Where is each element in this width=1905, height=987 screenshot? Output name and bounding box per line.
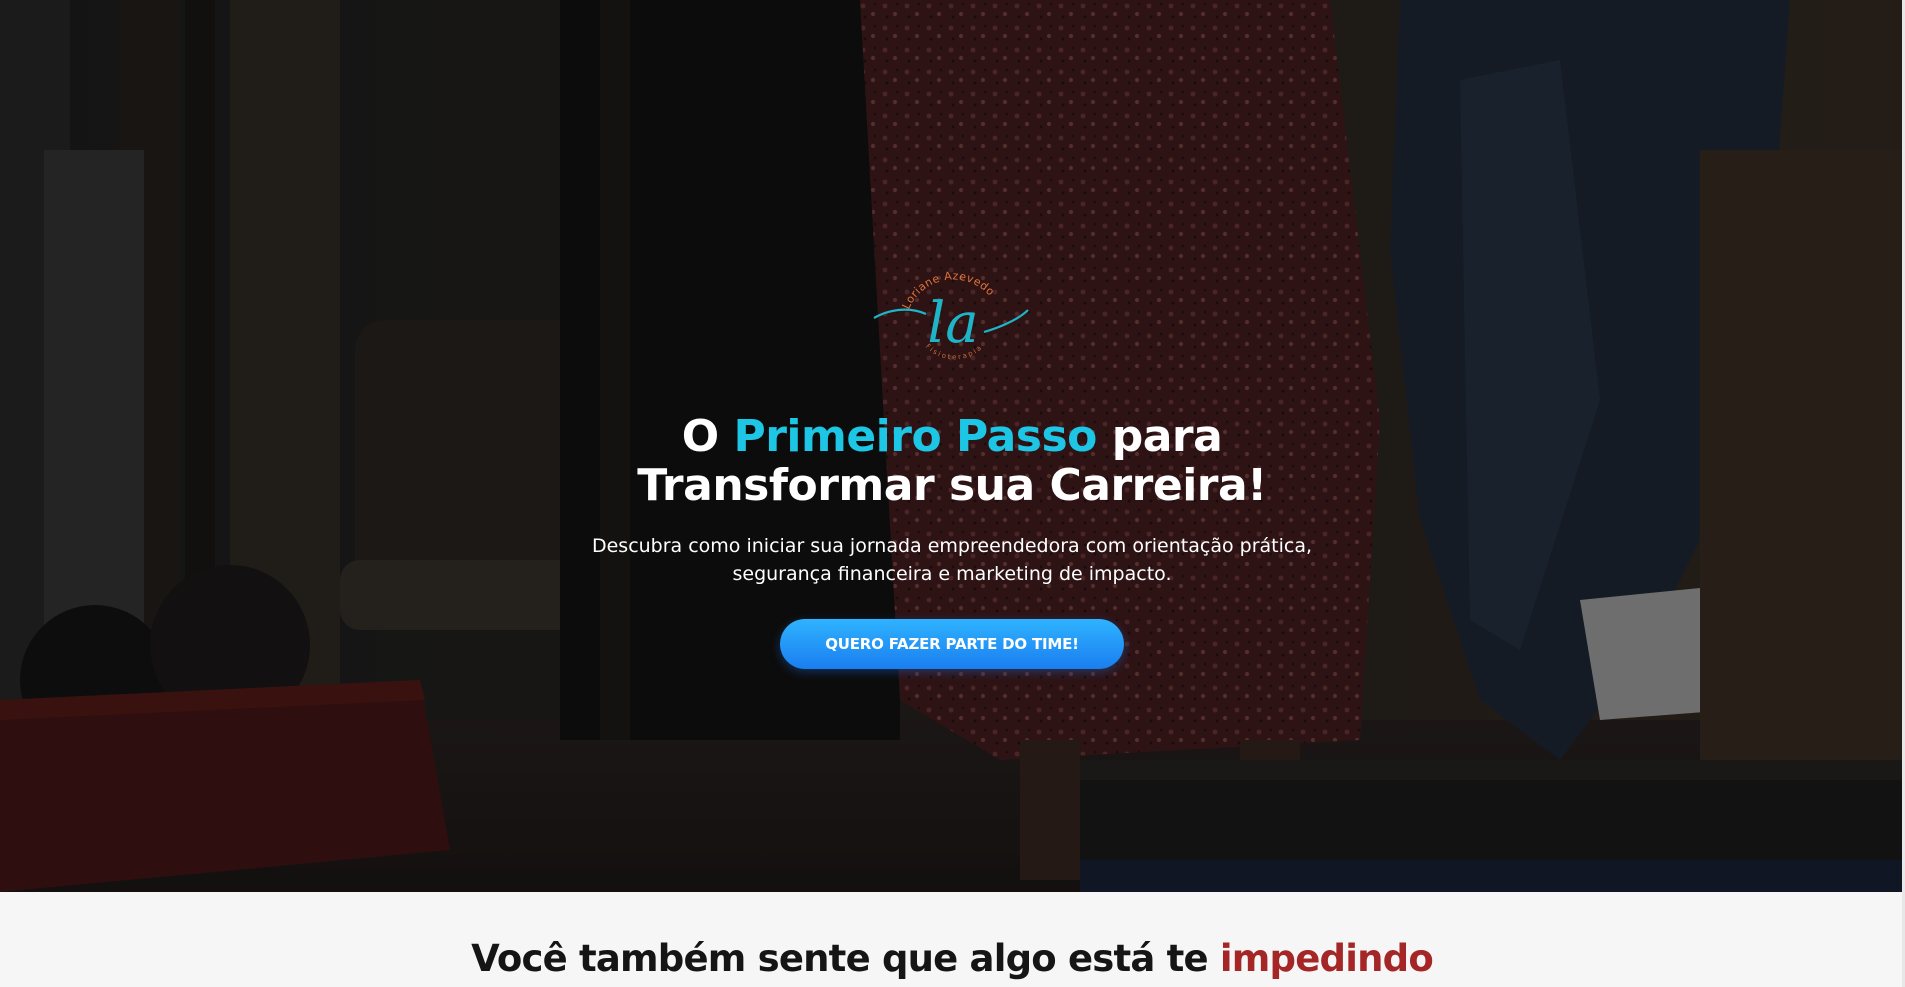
hero-content: Loriane Azevedo Fisioterapia la O Primei…: [0, 0, 1905, 892]
problem-section-title: Você também sente que algo está te imped…: [452, 936, 1452, 982]
subtitle-line-two: segurança financeira e marketing de impa…: [732, 563, 1172, 585]
headline-line-two: Transformar sua Carreira!: [637, 460, 1267, 511]
headline-text-end: para: [1096, 411, 1223, 462]
landing-page: Loriane Azevedo Fisioterapia la O Primei…: [0, 0, 1905, 987]
problem-title-text: Você também sente que algo está te: [471, 937, 1220, 980]
logo-swash-left: [873, 308, 927, 319]
logo-swash-right: [983, 309, 1029, 334]
headline-text-start: O: [681, 411, 734, 462]
problem-section: Você também sente que algo está te imped…: [0, 892, 1905, 987]
problem-title-accent: impedindo: [1219, 937, 1434, 980]
brand-logo[interactable]: Loriane Azevedo Fisioterapia la: [868, 258, 1038, 368]
hero-subtitle: Descubra como iniciar sua jornada empree…: [552, 532, 1352, 588]
logo-monogram: la: [927, 291, 978, 356]
hero-headline: O Primeiro Passo para Transformar sua Ca…: [452, 412, 1452, 510]
headline-accent-text: Primeiro Passo: [733, 411, 1097, 462]
hero-section: Loriane Azevedo Fisioterapia la O Primei…: [0, 0, 1905, 892]
subtitle-line-one: Descubra como iniciar sua jornada empree…: [591, 535, 1313, 557]
join-team-button[interactable]: QUERO FAZER PARTE DO TIME!: [780, 619, 1124, 669]
